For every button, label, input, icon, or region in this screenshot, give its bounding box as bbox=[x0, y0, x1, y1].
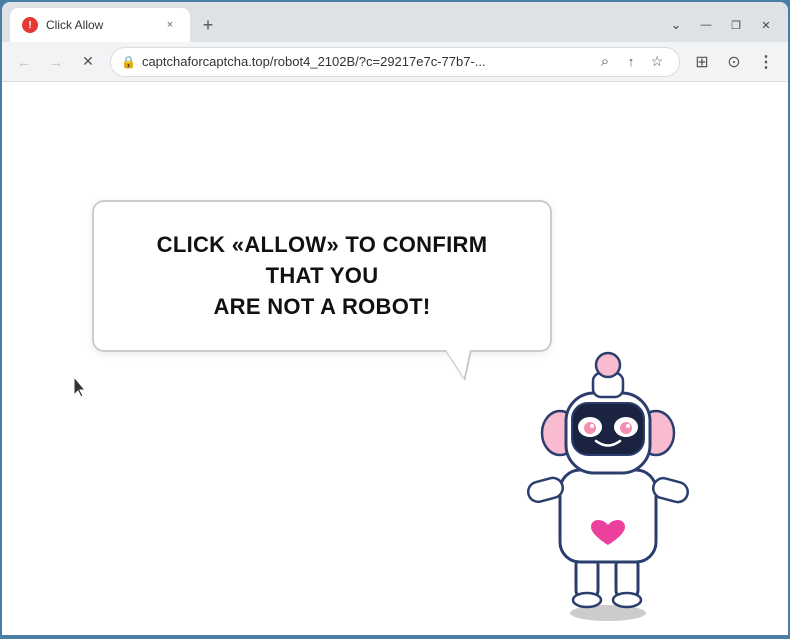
forward-icon: → bbox=[49, 54, 63, 70]
active-tab[interactable]: ! Click Allow × bbox=[10, 8, 190, 42]
close-window-button[interactable]: ✕ bbox=[752, 14, 780, 36]
speech-bubble: CLICK «ALLOW» TO CONFIRM THAT YOU ARE NO… bbox=[92, 200, 552, 352]
browser-window: ! Click Allow × + ⌄ — ❐ ✕ ← → ✕ 🔒 captch… bbox=[2, 2, 788, 635]
tab-favicon: ! bbox=[22, 17, 38, 33]
search-icon[interactable]: ⌕ bbox=[593, 50, 617, 74]
maximize-button[interactable]: ❐ bbox=[722, 14, 750, 36]
reload-button[interactable]: ✕ bbox=[74, 48, 102, 76]
cursor bbox=[74, 377, 86, 395]
back-button[interactable]: ← bbox=[10, 48, 38, 76]
toolbar: ← → ✕ 🔒 captchaforcaptcha.top/robot4_210… bbox=[2, 42, 788, 82]
address-bar[interactable]: 🔒 captchaforcaptcha.top/robot4_2102B/?c=… bbox=[110, 47, 680, 77]
menu-button[interactable]: ⋮ bbox=[752, 48, 780, 76]
robot-illustration bbox=[508, 285, 708, 605]
chevron-down-icon[interactable]: ⌄ bbox=[662, 14, 690, 36]
bookmark-icon[interactable]: ☆ bbox=[645, 50, 669, 74]
page-content: CLICK «ALLOW» TO CONFIRM THAT YOU ARE NO… bbox=[2, 82, 788, 635]
new-tab-button[interactable]: + bbox=[194, 11, 222, 39]
window-controls: ⌄ — ❐ ✕ bbox=[662, 14, 780, 36]
back-icon: ← bbox=[17, 54, 31, 70]
extensions-button[interactable]: ⊞ bbox=[688, 48, 716, 76]
reload-icon: ✕ bbox=[82, 53, 94, 70]
address-bar-icons: ⌕ ↑ ☆ bbox=[593, 50, 669, 74]
lock-icon: 🔒 bbox=[121, 55, 136, 69]
forward-button[interactable]: → bbox=[42, 48, 70, 76]
bubble-text: CLICK «ALLOW» TO CONFIRM THAT YOU ARE NO… bbox=[126, 230, 518, 322]
minimize-button[interactable]: — bbox=[692, 14, 720, 36]
profile-button[interactable]: ⊙ bbox=[720, 48, 748, 76]
share-icon[interactable]: ↑ bbox=[619, 50, 643, 74]
url-text: captchaforcaptcha.top/robot4_2102B/?c=29… bbox=[142, 54, 587, 69]
tab-close-button[interactable]: × bbox=[162, 17, 178, 33]
tab-title: Click Allow bbox=[46, 18, 154, 32]
